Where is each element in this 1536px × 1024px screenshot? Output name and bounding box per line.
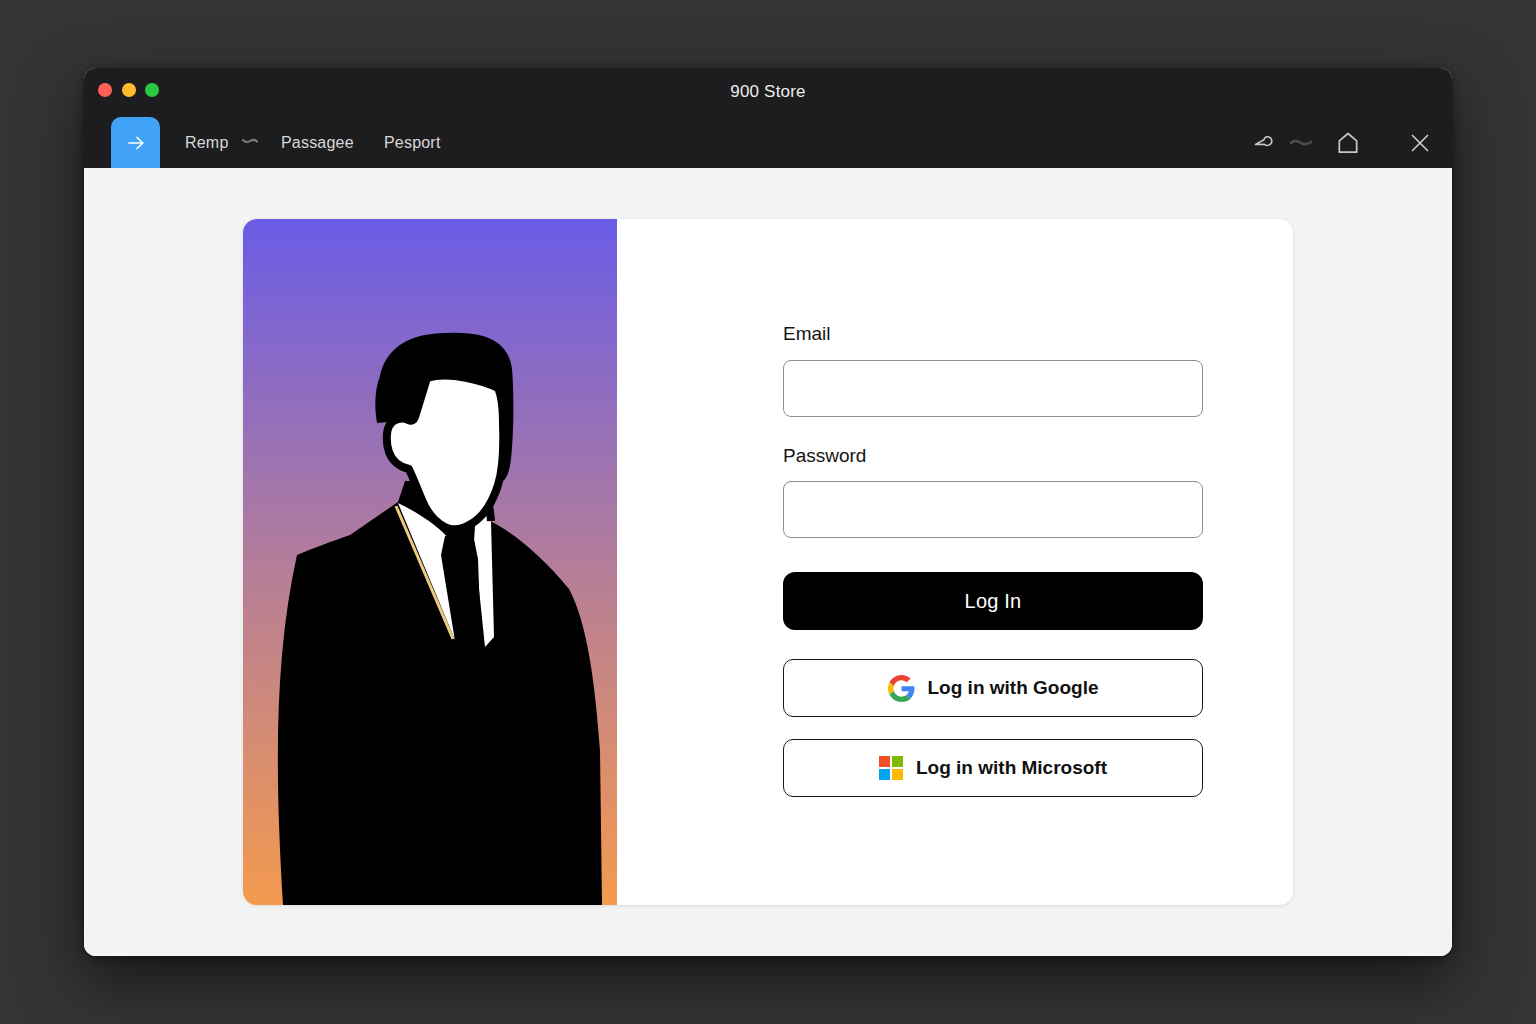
key-icon[interactable] [1246, 117, 1286, 168]
login-card: Email Password Log In Log in with Google [243, 219, 1293, 905]
login-button[interactable]: Log In [783, 572, 1203, 630]
email-field[interactable] [783, 360, 1203, 417]
close-icon[interactable] [1400, 117, 1440, 168]
portrait-illustration [243, 219, 617, 905]
home-icon[interactable] [1328, 117, 1368, 168]
window-title: 900 Store [84, 68, 1452, 115]
tab-pesport[interactable]: Pesport [384, 117, 441, 168]
app-window: 900 Store Remp Passagee Pesport [84, 68, 1452, 956]
email-label: Email [783, 323, 831, 345]
microsoft-login-label: Log in with Microsoft [916, 757, 1107, 779]
active-tab-button[interactable] [111, 117, 160, 168]
google-login-button[interactable]: Log in with Google [783, 659, 1203, 717]
password-label: Password [783, 445, 866, 467]
password-field[interactable] [783, 481, 1203, 538]
tab-passagee[interactable]: Passagee [281, 117, 354, 168]
tab-remp[interactable]: Remp [185, 117, 228, 168]
microsoft-icon [879, 756, 903, 780]
chevron-down-icon[interactable] [241, 136, 259, 146]
google-login-label: Log in with Google [928, 677, 1099, 699]
microsoft-login-button[interactable]: Log in with Microsoft [783, 739, 1203, 797]
google-icon [888, 675, 915, 702]
arrow-right-icon [125, 132, 147, 154]
squiggle-icon[interactable] [1281, 117, 1321, 168]
window-header: 900 Store Remp Passagee Pesport [84, 68, 1452, 168]
page-content: Email Password Log In Log in with Google [84, 168, 1452, 956]
person-silhouette [243, 219, 617, 905]
